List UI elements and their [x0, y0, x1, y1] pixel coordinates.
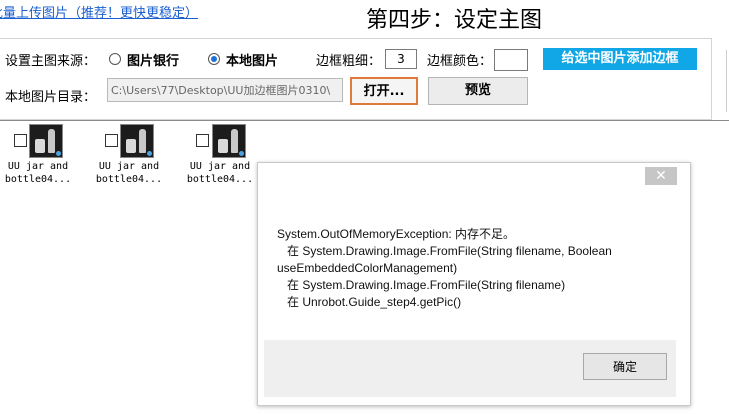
error-line: 在 System.Drawing.Image.FromFile(String f…: [277, 244, 612, 258]
thumbnail-caption-line2: bottle04...: [186, 174, 254, 185]
radio-image-bank-label[interactable]: 图片银行: [127, 50, 179, 69]
thumbnail-caption: UU jar and bottle04...: [0, 160, 78, 186]
border-width-label: 边框粗细：: [316, 54, 382, 69]
product-thumbnail[interactable]: [120, 124, 154, 158]
thumbnail-checkbox[interactable]: [14, 134, 27, 147]
thumbnail-checkbox[interactable]: [105, 134, 118, 147]
thumbnail-checkbox[interactable]: [196, 134, 209, 147]
error-line: 在 System.Drawing.Image.FromFile(String f…: [277, 278, 566, 292]
batch-upload-link[interactable]: 批量上传图片（推荐！更快更稳定）: [0, 2, 198, 21]
divider: [0, 120, 729, 121]
thumbnail-caption-line2: bottle04...: [4, 174, 72, 185]
error-line: System.OutOfMemoryException: 内存不足。: [277, 227, 516, 241]
thumbnail-caption-line1: UU jar and: [189, 161, 251, 172]
thumbnail-caption: UU jar and bottle04...: [180, 160, 260, 186]
thumbnail-caption-line1: UU jar and: [7, 161, 69, 172]
local-dir-field[interactable]: C:\Users\77\Desktop\UU加边框图片0310\: [107, 78, 343, 102]
border-color-picker[interactable]: [494, 49, 528, 71]
error-line: 在 Unrobot.Guide_step4.getPic(): [277, 295, 462, 309]
close-icon[interactable]: ✕: [645, 167, 677, 185]
radio-image-bank[interactable]: [109, 53, 121, 65]
thumbnail-caption-line2: bottle04...: [95, 174, 163, 185]
thumbnail-caption-line1: UU jar and: [98, 161, 160, 172]
ok-button[interactable]: 确定: [583, 353, 667, 380]
source-label: 设置主图来源：: [5, 54, 97, 69]
preview-button[interactable]: 预览: [428, 77, 528, 105]
border-width-input[interactable]: 3: [385, 49, 417, 69]
error-message: System.OutOfMemoryException: 内存不足。 在 Sys…: [277, 226, 667, 311]
add-border-button[interactable]: 给选中图片添加边框: [543, 48, 697, 70]
radio-local-image[interactable]: [208, 53, 220, 65]
open-button[interactable]: 打开...: [350, 77, 418, 105]
product-thumbnail[interactable]: [212, 124, 246, 158]
local-dir-label: 本地图片目录：: [5, 90, 97, 105]
radio-local-image-label[interactable]: 本地图片: [226, 50, 278, 69]
error-line: useEmbeddedColorManagement): [277, 261, 458, 275]
border-color-label: 边框颜色：: [427, 54, 493, 69]
product-thumbnail[interactable]: [29, 124, 63, 158]
thumbnail-caption: UU jar and bottle04...: [89, 160, 169, 186]
page-title: 第四步：设定主图: [366, 8, 543, 33]
